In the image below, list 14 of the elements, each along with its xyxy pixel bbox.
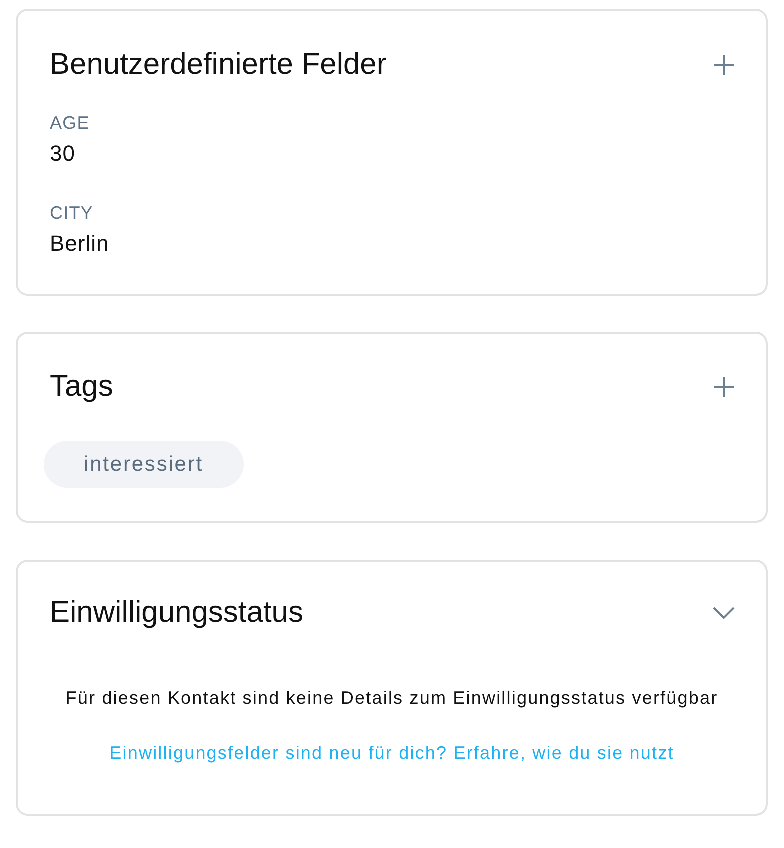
chevron-down-icon: [713, 606, 735, 620]
field-value: Berlin: [50, 230, 110, 258]
tag-chip[interactable]: interessiert: [44, 441, 244, 488]
field-label: AGE: [50, 112, 91, 135]
card-title: Einwilligungsstatus: [50, 595, 304, 631]
field-label: CITY: [50, 202, 94, 225]
plus-icon: [713, 54, 735, 76]
card-title: Benutzerdefinierte Felder: [50, 47, 387, 83]
add-button[interactable]: [712, 375, 736, 399]
empty-state-message: Für diesen Kontakt sind keine Details zum Einwilligungsstatus verfügbar: [64, 687, 720, 710]
card-title: Tags: [50, 369, 114, 405]
field-value: 30: [50, 140, 76, 168]
plus-icon: [713, 376, 735, 398]
add-button[interactable]: [712, 53, 736, 77]
